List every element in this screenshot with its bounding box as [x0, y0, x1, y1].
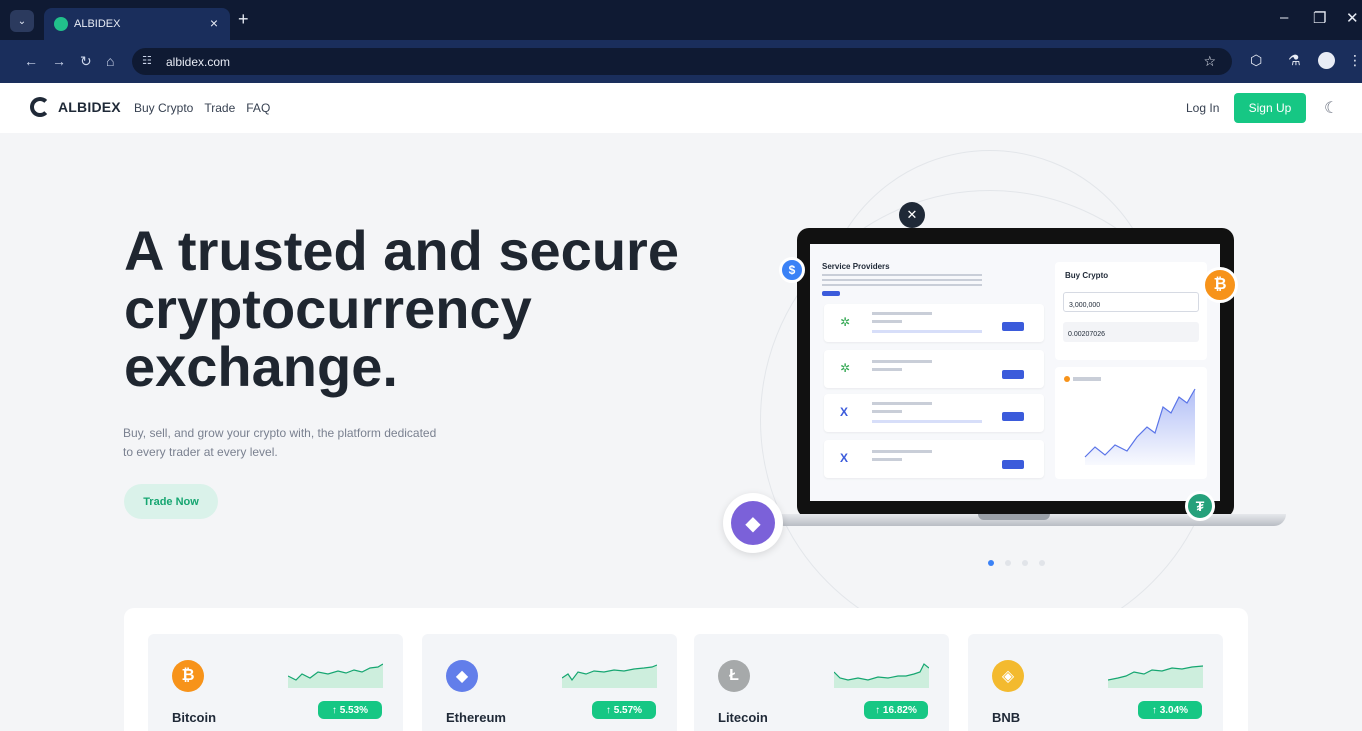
usd-coin-icon: $ [779, 257, 805, 283]
window-close-icon[interactable]: ✕ [1346, 9, 1359, 27]
decorative-lines [822, 274, 982, 286]
decorative-tag [822, 291, 840, 296]
omnibox[interactable]: ☷ albidex.com ☆ [132, 48, 1232, 75]
laptop-notch [978, 514, 1050, 520]
carousel-dot[interactable] [1022, 560, 1028, 566]
bnb-icon: ◈ [992, 660, 1024, 692]
hero-subtitle: Buy, sell, and grow your crypto with, th… [123, 424, 503, 462]
carousel-dots [988, 560, 1045, 566]
hero-subtitle-line: to every trader at every level. [123, 445, 278, 459]
hero-title-line: A trusted and secure [124, 219, 679, 282]
market-card-bitcoin[interactable]: ₿ Bitcoin ↑ 5.53% [148, 634, 403, 731]
main-nav: Buy Crypto Trade FAQ [134, 101, 270, 115]
extensions-icon[interactable]: ⬡ [1250, 52, 1262, 69]
hero-subtitle-line: Buy, sell, and grow your crypto with, th… [123, 426, 437, 440]
carousel-dot[interactable] [1005, 560, 1011, 566]
hero-title: A trusted and secure cryptocurrency exch… [124, 222, 764, 396]
ethereum-icon: ◆ [446, 660, 478, 692]
home-icon[interactable]: ⌂ [106, 53, 114, 69]
buy-crypto-title: Buy Crypto [1065, 271, 1109, 280]
ethereum-float-icon: ◆ [723, 493, 783, 553]
hero-title-line: cryptocurrency [124, 277, 532, 340]
provider-row: ✲ [824, 304, 1044, 342]
coin-name: BNB [992, 710, 1021, 725]
profile-avatar-icon[interactable] [1318, 52, 1335, 69]
browser-menu-icon[interactable]: ⋮ [1348, 52, 1362, 69]
market-card-ethereum[interactable]: ◆ Ethereum ↑ 5.57% [422, 634, 677, 731]
back-icon[interactable]: ← [24, 53, 38, 69]
labs-icon[interactable]: ⚗ [1288, 52, 1301, 69]
reload-icon[interactable]: ↻ [80, 53, 92, 70]
crypto-amount: 0.00207026 [1063, 322, 1199, 342]
albidex-logo-icon [30, 97, 50, 117]
carousel-dot[interactable] [1039, 560, 1045, 566]
nav-buy-crypto[interactable]: Buy Crypto [134, 101, 193, 115]
bitcoin-sparkline [288, 663, 383, 688]
provider-buy-button [1002, 412, 1024, 421]
bitcoin-icon: ₿ [172, 660, 204, 692]
brand-name: ALBIDEX [58, 99, 121, 115]
browser-tab-bar: ⌄ ALBIDEX × + – ❐ ✕ [0, 0, 1362, 40]
service-providers-title: Service Providers [822, 262, 890, 271]
provider-row: X [824, 440, 1044, 478]
albidex-logo[interactable]: ALBIDEX [30, 97, 121, 117]
provider-buy-button [1002, 370, 1024, 379]
provider-icon: X [840, 451, 849, 465]
url-text[interactable]: albidex.com [166, 55, 230, 69]
site-info-icon[interactable]: ☷ [142, 54, 158, 69]
provider-icon: ✲ [840, 361, 851, 375]
price-change-badge: ↑ 16.82% [864, 701, 928, 719]
price-chart [1064, 376, 1196, 465]
buy-crypto-panel: Buy Crypto 3,000,000 0.00207026 [1055, 262, 1207, 360]
provider-icon: ✲ [840, 315, 851, 329]
nav-faq[interactable]: FAQ [246, 101, 270, 115]
maximize-icon[interactable]: ❐ [1313, 9, 1326, 27]
ethereum-sparkline [562, 664, 657, 688]
site-header: ALBIDEX Buy Crypto Trade FAQ Log In Sign… [0, 83, 1362, 133]
forward-icon[interactable]: → [52, 53, 66, 69]
nav-trade[interactable]: Trade [204, 101, 235, 115]
price-change-badge: ↑ 5.57% [592, 701, 656, 719]
market-card-bnb[interactable]: ◈ BNB ↑ 3.04% [968, 634, 1223, 731]
coin-name: Ethereum [446, 710, 506, 725]
tab-search-icon[interactable]: ⌄ [10, 10, 34, 32]
bitcoin-float-icon: ₿ [1202, 267, 1238, 303]
dark-mode-toggle-icon[interactable]: ☾ [1324, 98, 1338, 118]
provider-buy-button [1002, 460, 1024, 469]
xrp-coin-icon: ✕ [899, 202, 925, 228]
provider-row: ✲ [824, 350, 1044, 388]
tether-coin-icon: ₮ [1185, 491, 1215, 521]
coin-name: Litecoin [718, 710, 768, 725]
hero-title-line: exchange. [124, 335, 398, 398]
litecoin-sparkline [834, 663, 929, 688]
fiat-amount: 3,000,000 [1063, 292, 1199, 312]
litecoin-icon: Ł [718, 660, 750, 692]
market-overview: ₿ Bitcoin ↑ 5.53% ◆ Ethereum ↑ 5.57% Ł L… [124, 608, 1248, 731]
provider-buy-button [1002, 322, 1024, 331]
price-change-badge: ↑ 5.53% [318, 701, 382, 719]
tab-close-icon[interactable]: × [210, 15, 218, 31]
login-link[interactable]: Log In [1186, 101, 1219, 115]
provider-icon: X [840, 405, 849, 419]
tab-title: ALBIDEX [74, 18, 121, 30]
trade-now-button[interactable]: Trade Now [124, 484, 218, 519]
price-change-badge: ↑ 3.04% [1138, 701, 1202, 719]
market-card-litecoin[interactable]: Ł Litecoin ↑ 16.82% [694, 634, 949, 731]
albidex-favicon-icon [54, 17, 68, 31]
coin-name: Bitcoin [172, 710, 217, 725]
service-providers-panel: Service Providers ✲ ✲ X X [822, 262, 1047, 482]
bnb-sparkline [1108, 665, 1203, 688]
browser-tab[interactable]: ALBIDEX × [44, 8, 230, 40]
minimize-icon[interactable]: – [1280, 9, 1288, 26]
provider-row: X [824, 394, 1044, 432]
carousel-dot[interactable] [988, 560, 994, 566]
signup-button[interactable]: Sign Up [1234, 93, 1306, 123]
price-chart-panel [1055, 367, 1207, 479]
bookmark-star-icon[interactable]: ☆ [1203, 53, 1216, 70]
new-tab-icon[interactable]: + [238, 10, 249, 28]
address-bar: ← → ↻ ⌂ ☷ albidex.com ☆ ⬡ ⚗ ⋮ [0, 40, 1362, 83]
